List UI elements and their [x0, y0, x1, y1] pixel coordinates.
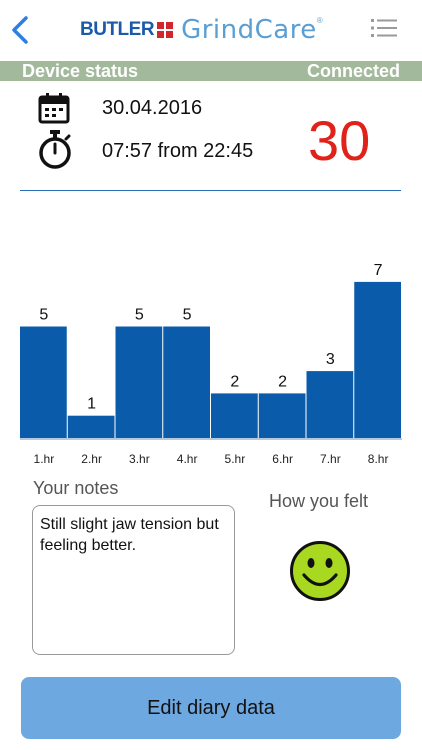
chart-tick-label: 7.hr [320, 452, 341, 466]
chart-tick-label: 5.hr [225, 452, 246, 466]
device-status-label: Device status [22, 61, 139, 81]
back-button[interactable] [6, 10, 36, 50]
brand-primary: BUTLER [80, 19, 155, 40]
session-date: 30.04.2016 [102, 97, 203, 119]
chart-data-label: 1 [87, 396, 96, 413]
brand-registered-mark: ® [316, 16, 323, 25]
chart-data-label: 2 [278, 373, 287, 390]
brand-logo: BUTLER GrindCare ® [80, 14, 323, 46]
notes-field[interactable]: Still slight jaw tension but feeling bet… [32, 505, 235, 655]
chart-data-label: 5 [39, 307, 48, 324]
chart-data-label: 5 [135, 307, 144, 324]
chart-data-label: 7 [374, 262, 383, 279]
list-menu-icon[interactable] [370, 16, 398, 40]
chart-tick-label: 8.hr [368, 452, 389, 466]
chart-bar [258, 393, 306, 438]
feeling-label: How you felt [269, 491, 369, 511]
smiley-face-icon [290, 541, 350, 601]
chart-tick-label: 3.hr [129, 452, 150, 466]
brand-cross-icon [157, 22, 174, 38]
chart-data-label: 3 [326, 351, 335, 368]
edit-diary-button[interactable]: Edit diary data [21, 677, 401, 739]
chart-bar [20, 326, 67, 438]
session-time: 07:57 from 22:45 [102, 140, 254, 162]
hourly-bar-chart: 5 1.hr 1 2.hr 5 3.hr 5 4.hr 2 5.hr 2 6.hr 3 7.hr 7 8.hr [20, 262, 402, 466]
chart-tick-label: 6.hr [272, 452, 293, 466]
chart-bar [67, 415, 115, 438]
device-status-value: Connected [306, 61, 400, 81]
chart-bar [163, 326, 210, 438]
chart-data-label: 2 [230, 373, 239, 390]
chevron-left-icon[interactable] [6, 10, 36, 50]
notes-label: Your notes [33, 478, 119, 498]
calendar-icon [38, 93, 70, 124]
chart-bar [211, 393, 258, 438]
chart-tick-label: 4.hr [177, 452, 198, 466]
edit-diary-label: Edit diary data [147, 696, 275, 719]
chart-tick-label: 2.hr [81, 452, 102, 466]
brand-secondary: GrindCare [181, 15, 317, 45]
session-score: 30 [308, 109, 371, 172]
device-status-bar: Device status Connected [0, 61, 422, 81]
chart-bar [115, 326, 163, 438]
chart-data-label: 5 [183, 307, 192, 324]
app-header: BUTLER GrindCare ® [0, 0, 422, 60]
chart-bar [306, 371, 354, 438]
chart-bar [354, 281, 401, 438]
stopwatch-icon [39, 130, 71, 169]
chart-tick-label: 1.hr [34, 452, 55, 466]
menu-button[interactable] [370, 16, 398, 40]
